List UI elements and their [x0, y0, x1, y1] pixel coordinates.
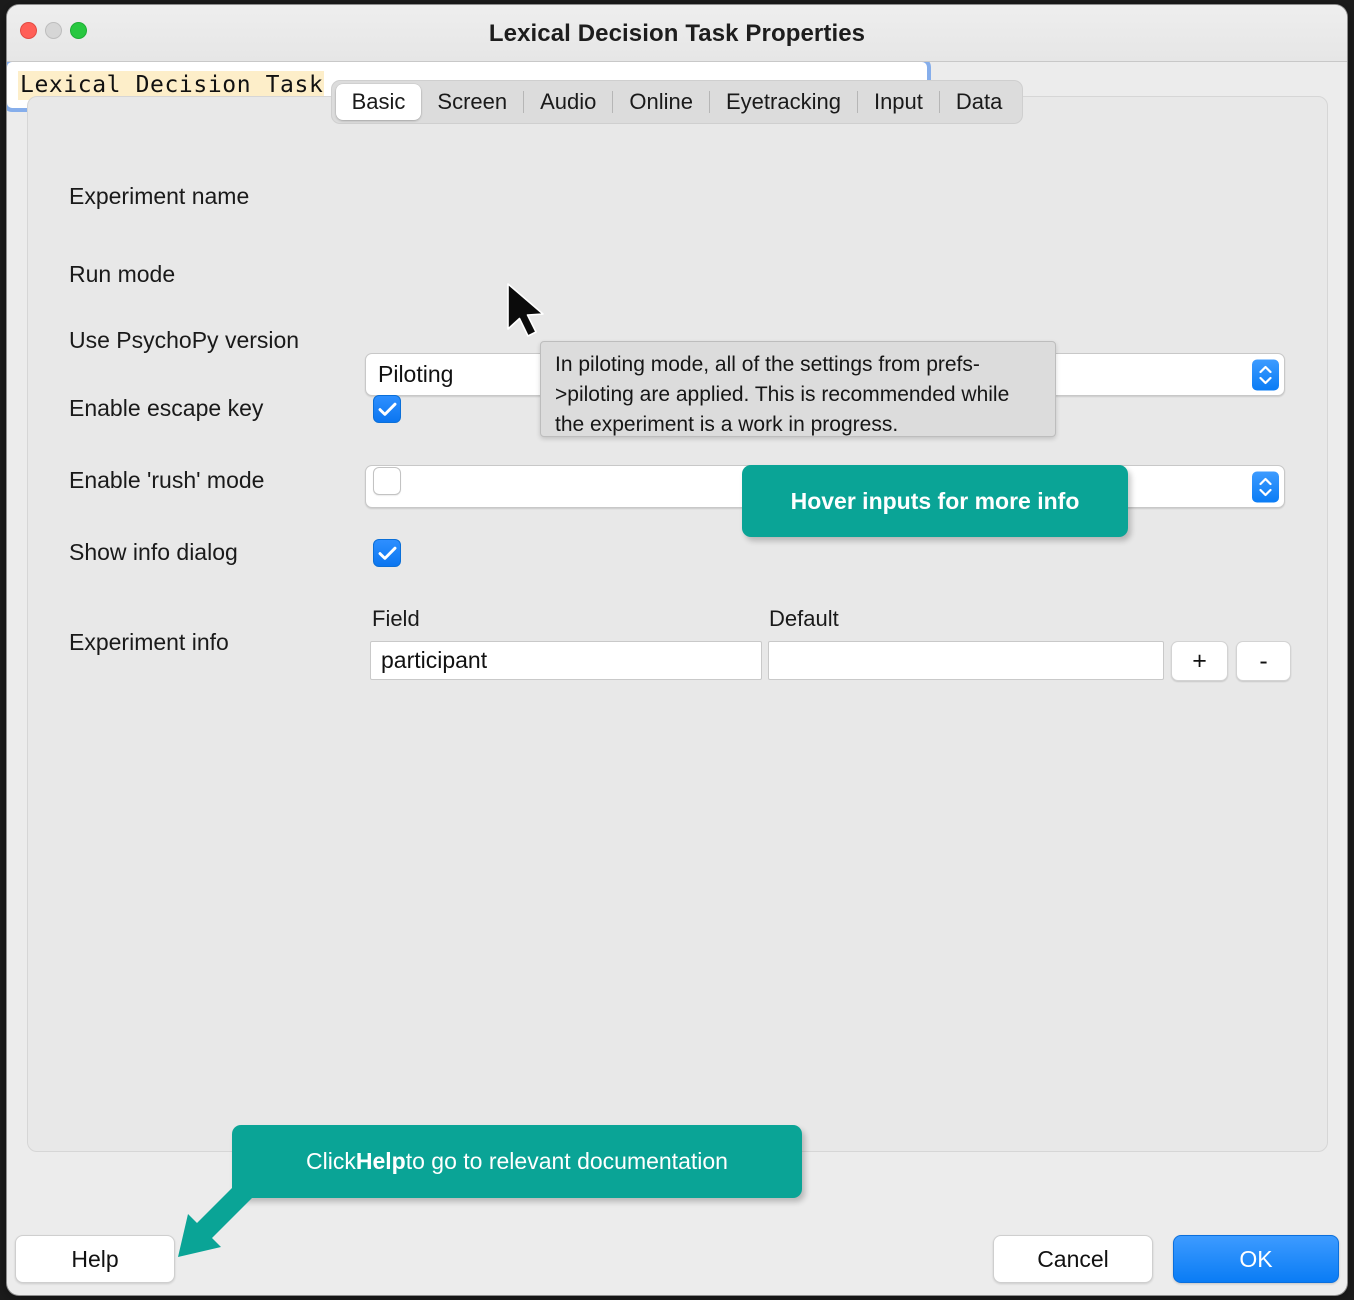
screenshot-root: Lexical Decision Task Properties Basic S…: [0, 0, 1354, 1300]
enable-rush-mode-label: Enable 'rush' mode: [69, 467, 265, 493]
experiment-info-default-input[interactable]: [768, 641, 1164, 680]
tab-audio[interactable]: Audio: [524, 84, 612, 120]
experiment-info-field-input[interactable]: participant: [370, 641, 762, 680]
remove-experiment-info-button[interactable]: -: [1236, 641, 1291, 681]
show-info-dialog-label: Show info dialog: [69, 539, 238, 565]
tab-input[interactable]: Input: [858, 84, 939, 120]
enable-rush-mode-checkbox[interactable]: [373, 467, 401, 495]
add-experiment-info-button[interactable]: +: [1171, 641, 1228, 681]
enable-escape-key-checkbox[interactable]: [373, 395, 401, 423]
click-help-callout-suffix: to go to relevant documentation: [405, 1148, 728, 1174]
click-help-callout: Click Help to go to relevant documentati…: [232, 1125, 802, 1198]
click-help-callout-bold: Help: [355, 1148, 406, 1174]
experiment-name-row: Experiment name: [69, 183, 249, 210]
enable-rush-mode-row: Enable 'rush' mode: [69, 467, 264, 494]
tab-bar: Basic Screen Audio Online Eyetracking In…: [330, 80, 1024, 124]
properties-window: Lexical Decision Task Properties Basic S…: [7, 5, 1347, 1295]
experiment-info-row: Experiment info: [69, 629, 229, 656]
show-info-dialog-row: Show info dialog: [69, 539, 238, 566]
psychopy-version-row: Use PsychoPy version: [69, 327, 299, 354]
experiment-info-column-default: Default: [769, 606, 839, 631]
help-button[interactable]: Help: [15, 1235, 175, 1283]
tab-bar-wrapper: Basic Screen Audio Online Eyetracking In…: [7, 80, 1347, 124]
show-info-dialog-checkbox[interactable]: [373, 539, 401, 567]
run-mode-value: Piloting: [378, 361, 454, 387]
experiment-name-label: Experiment name: [69, 183, 250, 209]
experiment-info-field-value: participant: [381, 647, 488, 673]
chevron-updown-icon[interactable]: [1252, 359, 1279, 390]
basic-tab-panel: [27, 96, 1328, 1152]
tab-basic[interactable]: Basic: [335, 84, 422, 120]
window-titlebar: Lexical Decision Task Properties: [7, 5, 1347, 62]
chevron-updown-icon[interactable]: [1252, 471, 1279, 502]
experiment-info-column-field: Field: [372, 606, 420, 631]
enable-escape-key-row: Enable escape key: [69, 395, 263, 422]
run-mode-tooltip: In piloting mode, all of the settings fr…: [540, 341, 1056, 437]
tab-online[interactable]: Online: [613, 84, 709, 120]
tab-data[interactable]: Data: [940, 84, 1018, 120]
tab-eyetracking[interactable]: Eyetracking: [710, 84, 857, 120]
ok-button[interactable]: OK: [1173, 1235, 1339, 1283]
click-help-callout-prefix: Click: [306, 1148, 356, 1174]
cancel-button[interactable]: Cancel: [993, 1235, 1153, 1283]
experiment-info-label: Experiment info: [69, 629, 229, 655]
hover-inputs-callout: Hover inputs for more info: [742, 465, 1128, 537]
enable-escape-key-label: Enable escape key: [69, 395, 264, 421]
window-title: Lexical Decision Task Properties: [488, 20, 866, 47]
run-mode-label: Run mode: [69, 261, 176, 287]
psychopy-version-label: Use PsychoPy version: [69, 327, 300, 353]
tab-screen[interactable]: Screen: [421, 84, 523, 120]
check-icon: [378, 402, 396, 416]
check-icon: [378, 546, 396, 560]
run-mode-row: Run mode: [69, 261, 175, 288]
